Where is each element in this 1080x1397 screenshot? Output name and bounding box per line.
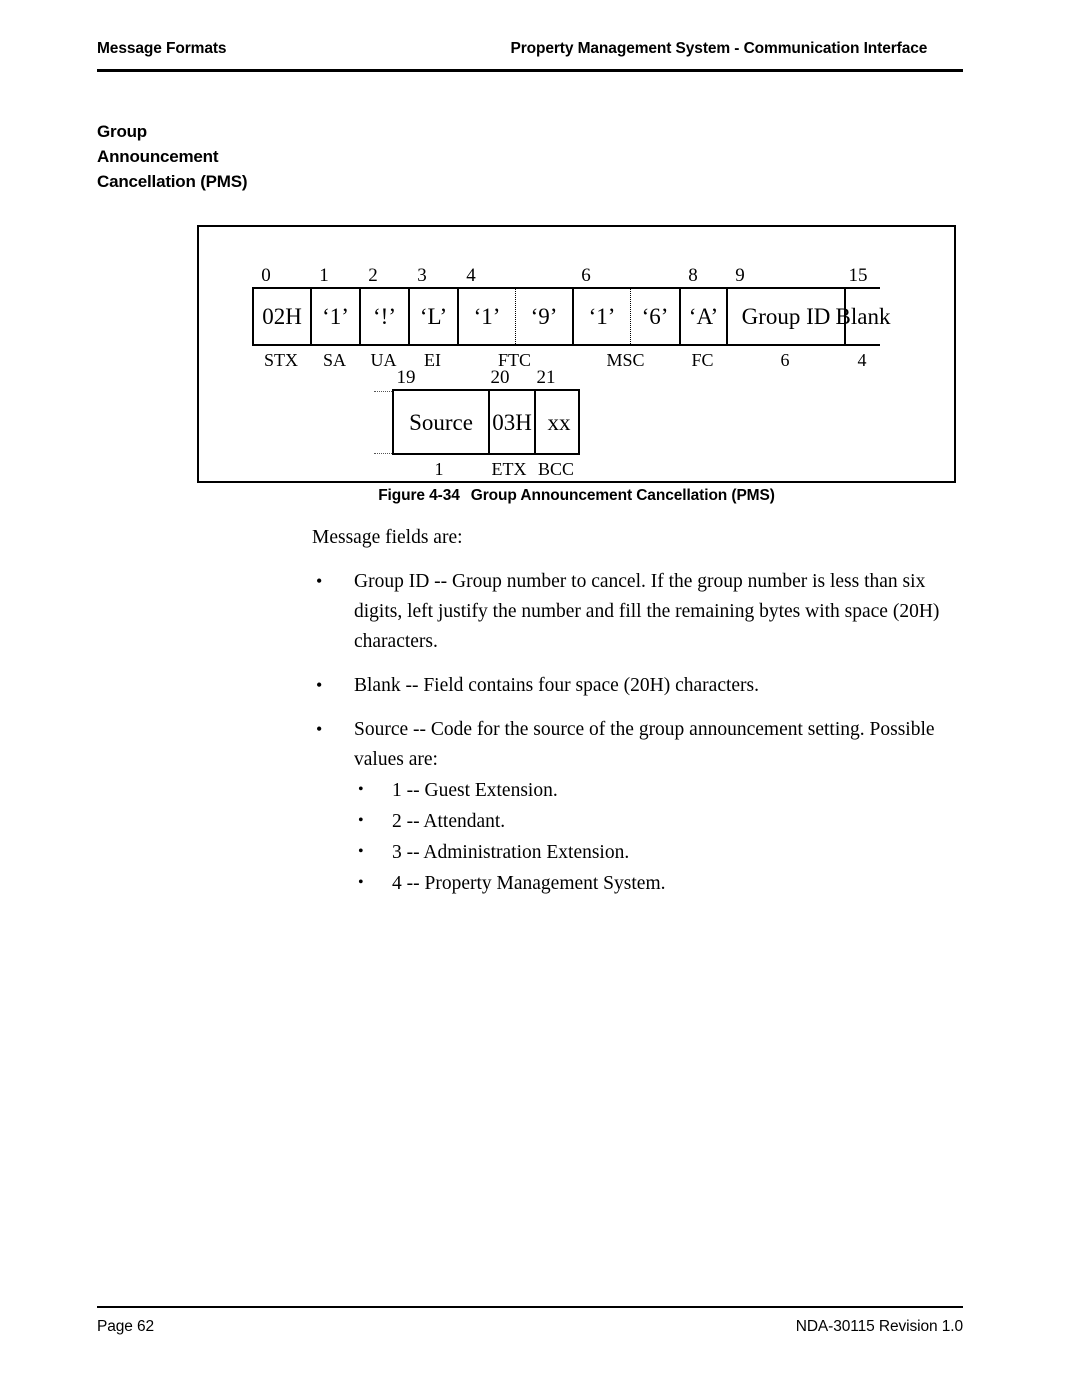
bullet-icon: • (358, 874, 364, 891)
continuation-leader-bottom (374, 453, 392, 454)
page-number: Page 62 (97, 1318, 155, 1335)
page-footer: Page 62 NDA-30115 Revision 1.0 (97, 1318, 963, 1336)
byte-offset-label: 19 (396, 367, 416, 388)
byte-offset-label: 9 (735, 265, 745, 286)
bullet-icon: • (358, 781, 364, 798)
source-values-list: • 1 -- Guest Extension. • 2 -- Attendant. • 3… (354, 776, 972, 899)
body-intro: Message fields are: (312, 527, 463, 548)
row-2-cells: Source 03H xx (374, 389, 582, 455)
byte-field-label: 6 (780, 350, 790, 370)
byte-cell: xx (534, 391, 582, 453)
section-heading-line-2: Announcement (97, 147, 219, 166)
list-item: • Source -- Code for the source of the g… (312, 715, 972, 899)
bullet-icon: • (358, 812, 364, 829)
byte-field-label: STX (263, 350, 299, 370)
byte-offset-label: 1 (319, 265, 329, 286)
continuation-leader-top (374, 391, 392, 392)
byte-offset-label: 2 (368, 265, 378, 286)
bullet-icon: • (316, 571, 323, 591)
page-header: Message Formats Property Management Syst… (97, 40, 963, 58)
list-item: • 3 -- Administration Extension. (354, 838, 972, 868)
bullet-icon: • (316, 719, 323, 739)
row-2-offsets: 19 20 21 (392, 367, 580, 389)
byte-offset-label: 0 (261, 265, 271, 286)
list-item: • 1 -- Guest Extension. (354, 776, 972, 806)
message-format-row-1: 0 1 2 3 4 6 8 9 15 02H ‘1’ ‘!’ ‘L’ ‘1’ ‘9’ ‘1’ ‘6’ ‘A’ Gr… (252, 265, 890, 372)
body-copy: Message fields are: • Group ID -- Group … (312, 523, 972, 913)
document-revision: NDA-30115 Revision 1.0 (795, 1318, 963, 1335)
list-item: • 2 -- Attendant. (354, 807, 972, 837)
byte-field-label: BCC (537, 459, 575, 479)
row-2-labels: 1 ETX BCC (392, 457, 580, 481)
bullet-icon: • (358, 843, 364, 860)
byte-offset-label: 15 (848, 265, 868, 286)
byte-cell: 02H (252, 289, 310, 344)
byte-offset-label: 20 (490, 367, 510, 388)
byte-field-label: MSC (606, 350, 645, 370)
byte-field-label: SA (322, 350, 347, 370)
byte-cell: ‘1’ (310, 289, 359, 344)
byte-offset-label: 6 (581, 265, 591, 286)
byte-cell: Group ID (726, 289, 844, 344)
row-1-offsets: 0 1 2 3 4 6 8 9 15 (252, 265, 880, 287)
list-item: • Blank -- Field contains four space (20… (312, 671, 972, 701)
header-left-title: Message Formats (97, 40, 227, 57)
byte-field-label: 4 (857, 350, 867, 370)
byte-cell: Blank (836, 289, 890, 344)
header-right-title: Property Management System - Communicati… (510, 40, 928, 57)
byte-offset-label: 4 (466, 265, 476, 286)
section-heading-line-3: Cancellation (PMS) (97, 172, 248, 191)
bullet-icon: • (316, 675, 323, 695)
row-1-cells: 02H ‘1’ ‘!’ ‘L’ ‘1’ ‘9’ ‘1’ ‘6’ ‘A’ Group ID Blank (252, 287, 890, 346)
byte-field-label: ETX (491, 459, 527, 479)
byte-cell: ‘1’ (457, 289, 515, 344)
list-item-text: 3 -- Administration Extension. (392, 842, 630, 863)
header-divider (97, 69, 963, 72)
figure-caption-number: Figure 4-34 (378, 487, 460, 504)
byte-cell: ‘A’ (679, 289, 726, 344)
byte-offset-label: 21 (536, 367, 556, 388)
list-item-text: Blank -- Field contains four space (20H)… (354, 675, 760, 696)
list-item: • Group ID -- Group number to cancel. If… (312, 567, 972, 657)
byte-cell: 03H (488, 391, 534, 453)
byte-cell: Source (409, 409, 473, 435)
list-item-text: Source -- Code for the source of the gro… (354, 719, 935, 770)
figure-caption: Figure 4-34 Group Announcement Cancellati… (197, 487, 956, 505)
byte-cell: ‘1’ (572, 289, 630, 344)
section-heading-line-1: Group (97, 122, 147, 141)
footer-divider (97, 1306, 963, 1308)
byte-cell: ‘L’ (408, 289, 457, 344)
byte-cell: ‘!’ (359, 289, 408, 344)
byte-field-label: FC (691, 350, 714, 370)
list-item-text: Group ID -- Group number to cancel. If t… (354, 571, 940, 652)
list-item-text: 2 -- Attendant. (392, 811, 506, 832)
list-item: • 4 -- Property Management System. (354, 869, 972, 899)
section-heading: Group Announcement Cancellation (PMS) (97, 119, 327, 194)
figure-frame: 0 1 2 3 4 6 8 9 15 02H ‘1’ ‘!’ ‘L’ ‘1’ ‘9’ ‘1’ ‘6’ ‘A’ Gr… (197, 225, 956, 483)
message-format-row-2: 19 20 21 Source 03H xx 1 ETX BCC (374, 367, 582, 481)
figure-caption-text: Group Announcement Cancellation (PMS) (470, 487, 775, 504)
list-item-text: 1 -- Guest Extension. (392, 780, 558, 801)
byte-field-label: 1 (434, 459, 444, 479)
byte-cell: ‘6’ (630, 289, 679, 344)
byte-cell: ‘9’ (515, 289, 572, 344)
byte-offset-label: 8 (688, 265, 698, 286)
byte-offset-label: 3 (417, 265, 427, 286)
list-item-text: 4 -- Property Management System. (392, 873, 666, 894)
